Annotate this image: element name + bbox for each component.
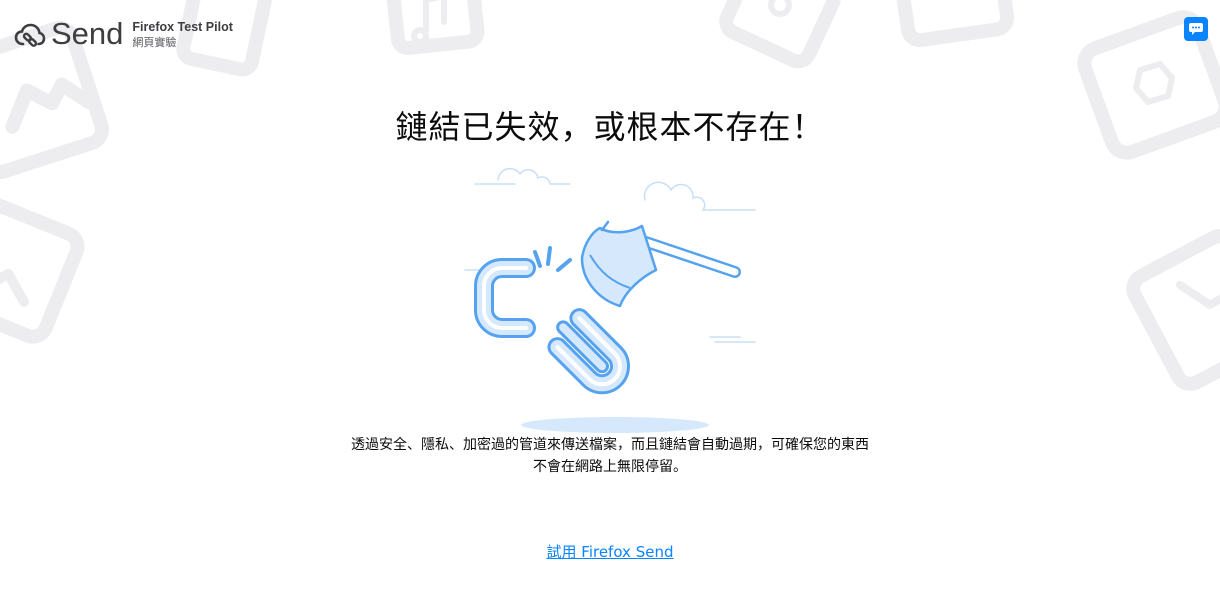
broken-link-axe-icon xyxy=(464,167,756,433)
home-link[interactable]: Send xyxy=(14,16,123,52)
send-cloud-icon xyxy=(14,23,46,47)
test-pilot-subtitle: 網頁實驗 xyxy=(132,36,177,49)
feedback-button[interactable] xyxy=(1184,17,1208,41)
brand-name: Send xyxy=(51,16,124,51)
header: Send Firefox Test Pilot 網頁實驗 xyxy=(14,16,233,56)
try-firefox-send-link[interactable]: 試用 Firefox Send xyxy=(547,543,674,561)
test-pilot-badge[interactable]: Firefox Test Pilot 網頁實驗 xyxy=(132,20,232,50)
page: Send Firefox Test Pilot 網頁實驗 鏈結已失效，或根本不存… xyxy=(0,0,1220,590)
description: 透過安全、隱私、加密過的管道來傳送檔案，而且鏈結會自動過期，可確保您的東西 不會… xyxy=(310,434,910,478)
description-line-2: 不會在網路上無限停留。 xyxy=(533,459,687,475)
cta-container: 試用 Firefox Send xyxy=(0,541,1220,562)
description-line-1: 透過安全、隱私、加密過的管道來傳送檔案，而且鏈結會自動過期，可確保您的東西 xyxy=(351,437,869,453)
test-pilot-title: Firefox Test Pilot xyxy=(132,20,233,34)
page-title: 鏈結已失效，或根本不存在！ xyxy=(395,108,825,146)
chat-bubble-icon xyxy=(1189,23,1203,35)
